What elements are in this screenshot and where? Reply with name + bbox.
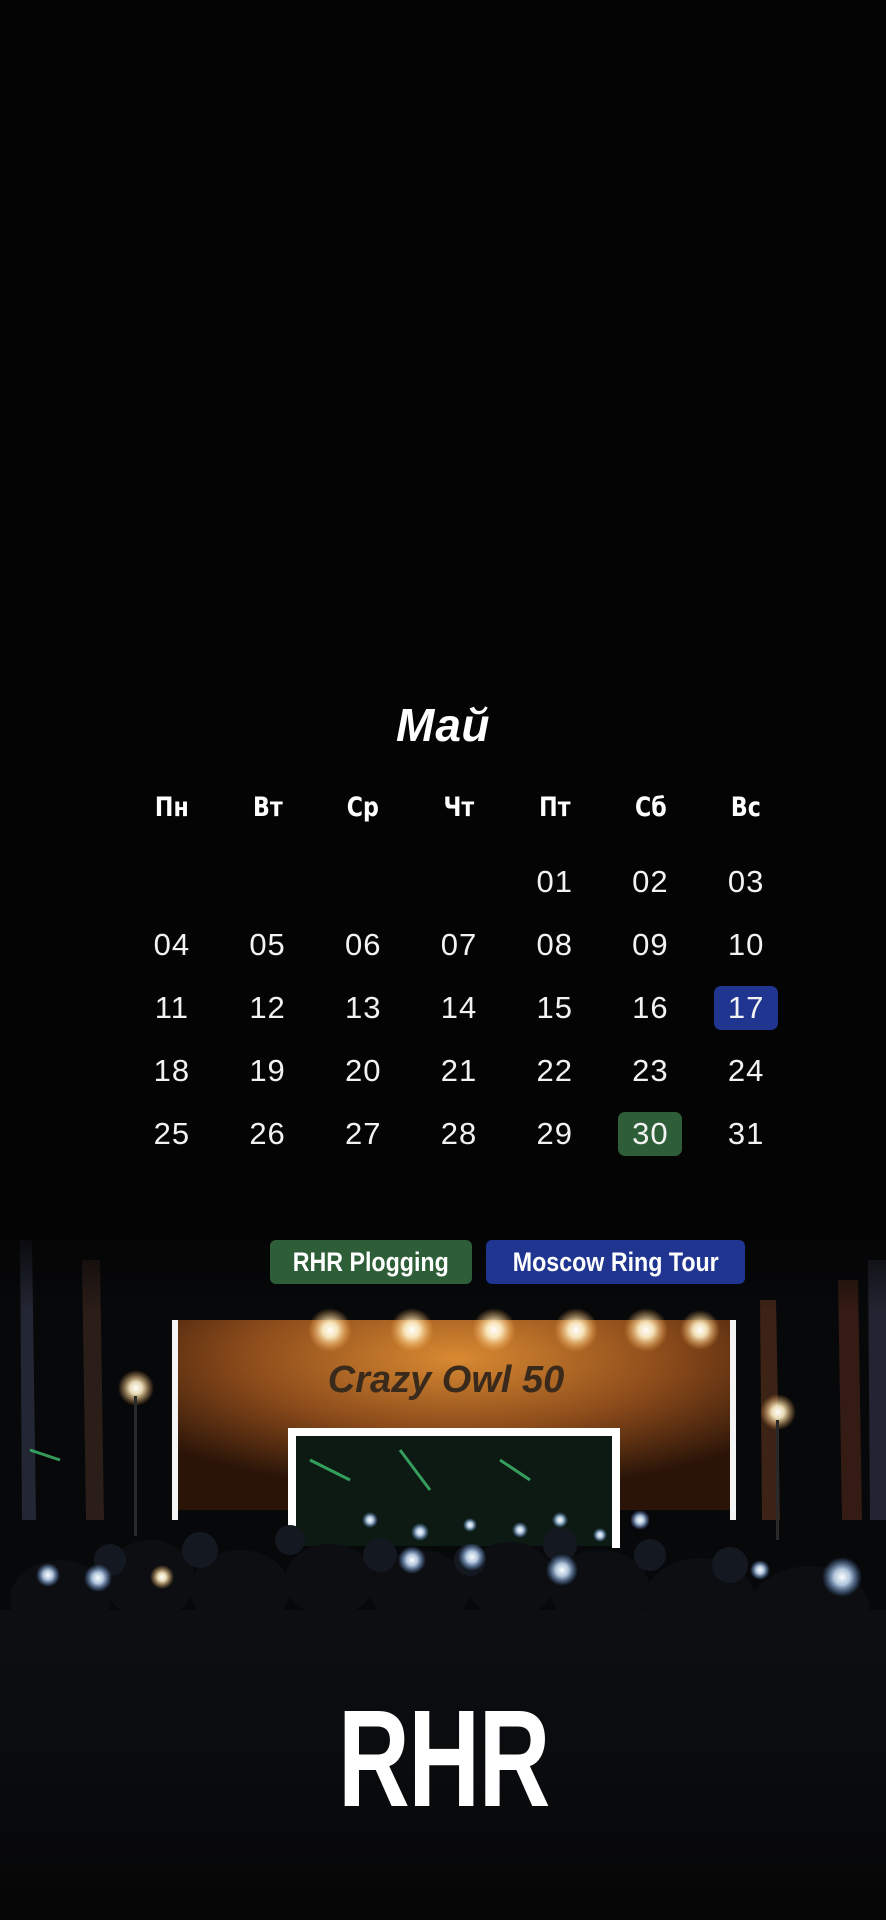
calendar-day: 29 — [536, 1115, 573, 1151]
calendar-day: 28 — [440, 1115, 478, 1151]
weekday-label: Вс — [731, 792, 762, 823]
weekday-label: Пн — [154, 792, 189, 823]
calendar-day — [315, 850, 411, 913]
calendar-day — [220, 850, 316, 913]
calendar-grid: Пн Вт Ср Чт Пт Сб Вс 01 02 03 04 05 06 0… — [124, 780, 794, 1165]
calendar-day: 16 — [632, 989, 669, 1025]
weekday-header: Пн Вт Ср Чт Пт Сб Вс — [124, 780, 794, 836]
calendar-weeks: 01 02 03 04 05 06 07 08 09 10 11 12 13 1… — [124, 850, 794, 1165]
banner-text: Crazy Owl 50 — [328, 1359, 565, 1401]
calendar-day: 09 — [632, 926, 669, 962]
event-legend: RHR Plogging Moscow Ring Tour — [270, 1240, 745, 1284]
calendar-week: 11 12 13 14 15 16 17 — [124, 976, 794, 1039]
calendar-day: 22 — [536, 1052, 573, 1088]
calendar-day: 03 — [727, 863, 765, 899]
calendar-day-highlighted-green: 30 — [603, 1102, 699, 1165]
calendar-day: 23 — [632, 1052, 669, 1088]
calendar-day: 25 — [153, 1115, 191, 1151]
calendar-day: 06 — [345, 926, 382, 962]
calendar-day: 13 — [345, 989, 382, 1025]
weekday-label: Пт — [539, 792, 571, 823]
calendar-day: 08 — [536, 926, 573, 962]
calendar-day: 05 — [249, 926, 286, 962]
calendar-day: 15 — [536, 989, 573, 1025]
calendar-day: 01 — [536, 863, 573, 899]
calendar-day: 14 — [440, 989, 478, 1025]
calendar-week: 25 26 27 28 29 30 31 — [124, 1102, 794, 1165]
weekday-label: Ср — [347, 792, 380, 823]
calendar-day: 31 — [727, 1115, 765, 1151]
calendar-day — [411, 850, 507, 913]
calendar-week: 18 19 20 21 22 23 24 — [124, 1039, 794, 1102]
calendar-day: 07 — [440, 926, 478, 962]
calendar-day: 02 — [632, 863, 669, 899]
calendar-day: 10 — [727, 926, 765, 962]
weekday-label: Сб — [634, 792, 667, 823]
legend-tag-plogging: RHR Plogging — [270, 1240, 472, 1284]
calendar-day: 11 — [154, 989, 189, 1025]
wallpaper: Crazy Owl 50 Май Пн Вт Ср Чт Пт Сб Вс 01… — [0, 0, 886, 1920]
calendar-week: 01 02 03 — [124, 850, 794, 913]
calendar-day: 18 — [153, 1052, 191, 1088]
calendar-day: 24 — [727, 1052, 765, 1088]
calendar-day: 21 — [440, 1052, 478, 1088]
calendar-day: 12 — [249, 989, 286, 1025]
month-title: Май — [395, 699, 491, 751]
calendar-day: 26 — [249, 1115, 286, 1151]
brand-logo: RHR — [337, 1682, 550, 1836]
weekday-label: Вт — [252, 792, 283, 823]
calendar-day: 20 — [345, 1052, 382, 1088]
calendar-day-highlighted-blue: 17 — [698, 976, 794, 1039]
calendar-day: 19 — [249, 1052, 286, 1088]
calendar-day — [124, 850, 220, 913]
calendar-week: 04 05 06 07 08 09 10 — [124, 913, 794, 976]
weekday-label: Чт — [443, 792, 475, 823]
calendar-day: 27 — [345, 1115, 382, 1151]
calendar-day: 04 — [153, 926, 191, 962]
legend-tag-ring-tour: Moscow Ring Tour — [485, 1240, 745, 1284]
